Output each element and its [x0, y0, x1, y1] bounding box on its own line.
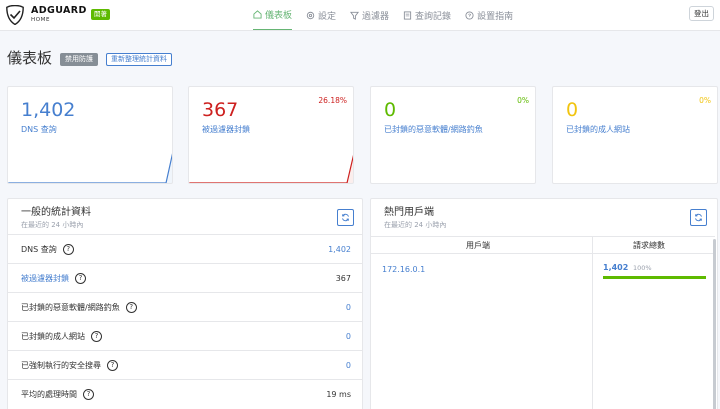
- row-label[interactable]: 被過濾器封鎖?: [21, 273, 86, 284]
- nav-query-log[interactable]: 查詢記錄: [403, 0, 451, 30]
- request-percent: 100%: [633, 264, 652, 272]
- row-label: 已封鎖的惡意軟體/網路釣魚?: [21, 302, 137, 313]
- column-divider: [592, 236, 593, 409]
- panel-subtitle: 在最近的 24 小時內: [384, 221, 447, 229]
- stats-row-safe-search: 已強制執行的安全搜尋? 0: [8, 350, 362, 379]
- row-label-text: 平均的處理時間: [21, 390, 77, 399]
- scrollbar[interactable]: [713, 239, 716, 409]
- stat-value: 0: [384, 99, 397, 121]
- stat-card-blocked-adult[interactable]: 0 已封鎖的成人網站 0%: [552, 86, 718, 184]
- adguard-logo-icon[interactable]: [6, 5, 24, 25]
- nav-filters[interactable]: 過濾器: [350, 0, 389, 30]
- refresh-button[interactable]: [690, 209, 707, 226]
- stat-card-blocked-filters[interactable]: 367 被過濾器封鎖 26.18%: [188, 86, 354, 184]
- question-icon[interactable]: ?: [125, 302, 137, 313]
- page-title: 儀表板: [7, 49, 53, 67]
- stats-row-avg-processing-time: 平均的處理時間? 19 ms: [8, 379, 362, 408]
- row-label-text: 已封鎖的成人網站: [21, 332, 85, 341]
- row-value: 367: [335, 274, 351, 283]
- row-value[interactable]: 0: [346, 302, 351, 313]
- stats-row-blocked-malware: 已封鎖的惡意軟體/網路釣魚? 0: [8, 292, 362, 321]
- log-icon: [403, 10, 412, 20]
- nav-settings[interactable]: 設定: [306, 0, 336, 30]
- brand-name: ADGUARD: [31, 5, 87, 16]
- stat-label: 已封鎖的惡意軟體/網路釣魚: [384, 125, 483, 134]
- stats-row-blocked-filters: 被過濾器封鎖? 367: [8, 263, 362, 292]
- stat-label: 已封鎖的成人網站: [566, 125, 630, 134]
- stat-card-blocked-malware[interactable]: 0 已封鎖的惡意軟體/網路釣魚 0%: [370, 86, 536, 184]
- panel-title: 一般的統計資料: [21, 207, 91, 218]
- nav-dashboard[interactable]: 儀表板: [253, 0, 293, 30]
- sparkline-chart: [8, 153, 172, 183]
- panel-title: 熱門用戶端: [384, 207, 434, 218]
- row-value[interactable]: 1,402: [328, 244, 351, 255]
- row-label-text: DNS 查詢: [21, 245, 57, 254]
- top-clients-panel: 熱門用戶端 在最近的 24 小時內 用戶端 請求總數 172.16.0.1 1,…: [370, 198, 718, 409]
- row-label: 平均的處理時間?: [21, 389, 94, 400]
- refresh-button[interactable]: [337, 209, 354, 226]
- question-icon[interactable]: ?: [62, 244, 74, 255]
- stat-value: 0: [566, 99, 579, 121]
- sparkline-chart: [189, 154, 353, 183]
- row-label: 已強制執行的安全搜尋?: [21, 360, 118, 371]
- question-icon[interactable]: ?: [107, 360, 118, 371]
- stat-percent: 0%: [517, 96, 529, 105]
- stat-card-dns-queries[interactable]: 1,402 DNS 查詢: [7, 86, 173, 184]
- disable-protection-button[interactable]: 禁用防護: [60, 53, 98, 66]
- nav-setup-guide[interactable]: 設置指南: [465, 0, 513, 30]
- main-nav: 儀表板 設定 過濾器 查詢記錄 設置指南: [253, 0, 527, 31]
- refresh-icon: [341, 213, 350, 222]
- question-icon[interactable]: ?: [83, 389, 94, 400]
- nav-query-log-label: 查詢記錄: [415, 11, 452, 22]
- row-label-text: 已強制執行的安全搜尋: [21, 361, 101, 370]
- protection-status-badge: 開著: [91, 9, 110, 20]
- top-header: ADGUARD HOME 開著 儀表板 設定 過濾器 查詢記錄 設置指南 登出: [0, 0, 720, 31]
- gear-icon: [306, 11, 315, 19]
- request-progress-bar: [603, 276, 706, 279]
- clients-table-header: 用戶端 請求總數: [371, 236, 715, 254]
- request-progress-fill: [603, 276, 706, 279]
- brand-subtitle: HOME: [31, 17, 51, 23]
- nav-settings-label: 設定: [318, 11, 337, 22]
- general-statistics-panel: 一般的統計資料 在最近的 24 小時內 DNS 查詢? 1,402 被過濾器封鎖…: [7, 198, 363, 409]
- row-value[interactable]: 0: [346, 360, 351, 371]
- row-value[interactable]: 0: [346, 331, 351, 342]
- client-ip-link[interactable]: 172.16.0.1: [382, 265, 425, 275]
- nav-filters-label: 過濾器: [362, 11, 390, 22]
- nav-setup-guide-label: 設置指南: [477, 11, 514, 22]
- row-label: 已封鎖的成人網站?: [21, 331, 102, 342]
- panel-subtitle: 在最近的 24 小時內: [21, 221, 84, 229]
- question-icon[interactable]: ?: [91, 331, 102, 342]
- column-header-requests[interactable]: 請求總數: [633, 240, 665, 251]
- request-count: 1,402: [603, 263, 629, 272]
- row-label-text: 已封鎖的惡意軟體/網路釣魚: [21, 303, 120, 312]
- dashboard-icon: [253, 10, 262, 19]
- row-label: DNS 查詢?: [21, 244, 74, 255]
- stat-percent: 0%: [699, 96, 711, 105]
- refresh-icon: [694, 213, 703, 222]
- help-icon: [465, 10, 474, 20]
- question-icon[interactable]: ?: [75, 273, 86, 284]
- row-value: 19 ms: [326, 390, 351, 399]
- row-label-text[interactable]: 被過濾器封鎖: [21, 273, 69, 284]
- column-header-client[interactable]: 用戶端: [466, 240, 490, 251]
- stats-row-dns-queries: DNS 查詢? 1,402: [8, 234, 362, 263]
- refresh-statistics-button[interactable]: 重新整理統計資料: [106, 53, 172, 66]
- nav-dashboard-label: 儀表板: [265, 11, 293, 21]
- filter-icon: [350, 11, 360, 20]
- logout-button[interactable]: 登出: [689, 6, 714, 21]
- stats-row-blocked-adult: 已封鎖的成人網站? 0: [8, 321, 362, 350]
